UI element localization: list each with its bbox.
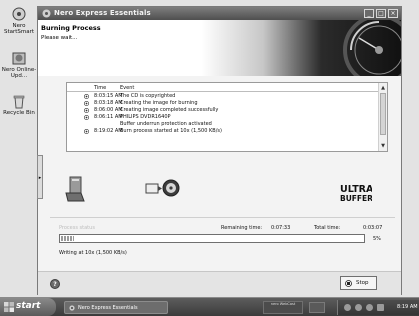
start-label: start <box>16 301 41 311</box>
burn-disc-icon <box>145 179 180 197</box>
desktop-icon-nero-startsmart[interactable]: Nero StartSmart <box>0 7 38 35</box>
log-time: 8:06:11 AM <box>94 114 123 120</box>
info-icon <box>84 94 89 99</box>
system-tray: 8:19 AM <box>337 300 419 315</box>
window-title: Nero Express Essentials <box>54 9 151 17</box>
desktop-icon-label: Nero Online-Upd... <box>1 67 37 79</box>
total-time-value: 0:03:07 <box>363 225 383 231</box>
maximize-button[interactable]: □ <box>376 9 386 18</box>
taskbar-item-label: Nero Express Essentials <box>78 305 138 311</box>
desktop-icon-recycle-bin[interactable]: Recycle Bin <box>0 94 38 116</box>
close-button[interactable]: × <box>388 9 398 18</box>
remaining-time-value: 0:07:33 <box>271 225 291 231</box>
log-event: The CD is copyrighted <box>120 93 176 99</box>
log-row[interactable]: 8:06:00 AM Creating image completed succ… <box>67 107 377 114</box>
log-row[interactable]: 8:03:15 AM The CD is copyrighted <box>67 93 377 100</box>
desktop-icon-nero-online-update[interactable]: Nero Online-Upd... <box>0 51 38 79</box>
progress-fill <box>61 236 75 241</box>
column-header-event[interactable]: Event <box>120 85 134 91</box>
minimize-icon: _ <box>367 10 371 17</box>
remaining-time-label: Remaining time: <box>221 225 263 231</box>
minimize-button[interactable]: _ <box>364 9 374 18</box>
log-scrollbar[interactable]: ▲ ▼ <box>378 83 387 151</box>
log-time: 8:03:18 AM <box>94 100 123 106</box>
desktop-icon-label: Nero StartSmart <box>3 23 35 35</box>
log-event: Buffer underrun protection activated <box>120 121 212 127</box>
tray-icon[interactable] <box>355 304 362 311</box>
windows-flag-icon <box>4 302 14 312</box>
log-header: Time Event <box>67 83 387 92</box>
info-icon <box>84 101 89 106</box>
svg-text:BUFFER: BUFFER <box>340 194 372 203</box>
log-event: Creating the image for burning <box>120 100 198 106</box>
log-rows: 8:03:15 AM The CD is copyrighted 8:03:18… <box>67 93 377 135</box>
source-drive-icon <box>65 176 85 202</box>
log-event: Creating image completed successfully <box>120 107 219 113</box>
log-row[interactable]: Buffer underrun protection activated <box>67 121 377 128</box>
stop-icon <box>345 280 352 287</box>
progress-percent: 5% <box>373 236 381 242</box>
window-footer: ? Stop <box>38 271 401 295</box>
help-button[interactable]: ? <box>50 279 60 289</box>
writing-speed-text: Writing at 10x (1,500 KB/s) <box>59 250 127 256</box>
speed-dial-graphic <box>343 20 401 76</box>
scrollbar-thumb[interactable] <box>380 93 386 135</box>
nero-online-update-icon <box>12 52 26 65</box>
page-title: Burning Process <box>41 24 101 32</box>
help-icon: ? <box>53 281 57 288</box>
page-subtitle: Please wait... <box>41 35 78 41</box>
taskbar-item-nero-express[interactable]: Nero Express Essentials <box>64 301 168 314</box>
expand-options-tab[interactable]: ▸ <box>37 155 43 199</box>
volume-icon[interactable] <box>377 304 384 311</box>
taskbar: start Nero Express Essentials nero WebCa… <box>0 297 419 316</box>
column-header-time[interactable]: Time <box>94 85 106 91</box>
log-event: Burn process started at 10x (1,500 KB/s) <box>120 128 222 134</box>
nero-app-icon <box>42 9 51 18</box>
log-row[interactable]: 8:06:11 AM PHILIPS DVDR1640P <box>67 114 377 121</box>
info-icon <box>84 115 89 120</box>
desktop-icon-label: Recycle Bin <box>3 110 35 116</box>
log-row[interactable]: 8:03:18 AM Creating the image for burnin… <box>67 100 377 107</box>
info-icon <box>84 108 89 113</box>
total-time-label: Total time: <box>314 225 341 231</box>
chevron-right-icon: ▸ <box>38 175 42 181</box>
scroll-up-icon[interactable]: ▲ <box>379 84 387 92</box>
log-time: 8:19:02 AM <box>94 128 123 134</box>
log-time: 8:06:00 AM <box>94 107 123 113</box>
maximize-icon: □ <box>378 10 384 17</box>
log-row[interactable]: 8:19:02 AM Burn process started at 10x (… <box>67 128 377 135</box>
desktop: Nero StartSmart Nero Online-Upd... Recyc… <box>0 0 419 297</box>
burn-progress-bar <box>59 234 365 243</box>
nero-startsmart-icon <box>12 7 26 21</box>
title-bar[interactable]: Nero Express Essentials _ □ × <box>38 7 401 20</box>
event-log[interactable]: Time Event 8:03:15 AM The CD is copyrigh… <box>66 82 388 152</box>
divider <box>50 217 395 218</box>
nero-express-window: Nero Express Essentials _ □ × Burning Pr… <box>37 6 402 295</box>
ultra-buffer-logo: ULTRA BUFFER <box>340 184 372 203</box>
wizard-header: Burning Process Please wait... <box>38 20 401 76</box>
start-button[interactable]: start <box>0 298 56 316</box>
info-icon <box>84 129 89 134</box>
recycle-bin-icon <box>13 95 25 109</box>
tray-app-icon[interactable] <box>309 302 325 313</box>
tray-icon[interactable] <box>366 304 373 311</box>
nero-webcast-logo[interactable]: nero WebCast <box>263 301 303 314</box>
log-time: 8:03:15 AM <box>94 93 123 99</box>
scroll-down-icon[interactable]: ▼ <box>379 142 387 150</box>
nero-app-icon <box>69 305 75 311</box>
tray-icon[interactable] <box>344 304 351 311</box>
clock: 8:19 AM <box>397 304 418 310</box>
close-icon: × <box>390 10 396 17</box>
log-event: PHILIPS DVDR1640P <box>120 114 171 120</box>
stop-label: Stop <box>356 280 369 286</box>
stop-button[interactable]: Stop <box>340 276 377 290</box>
process-status-label: Process status <box>59 225 95 231</box>
